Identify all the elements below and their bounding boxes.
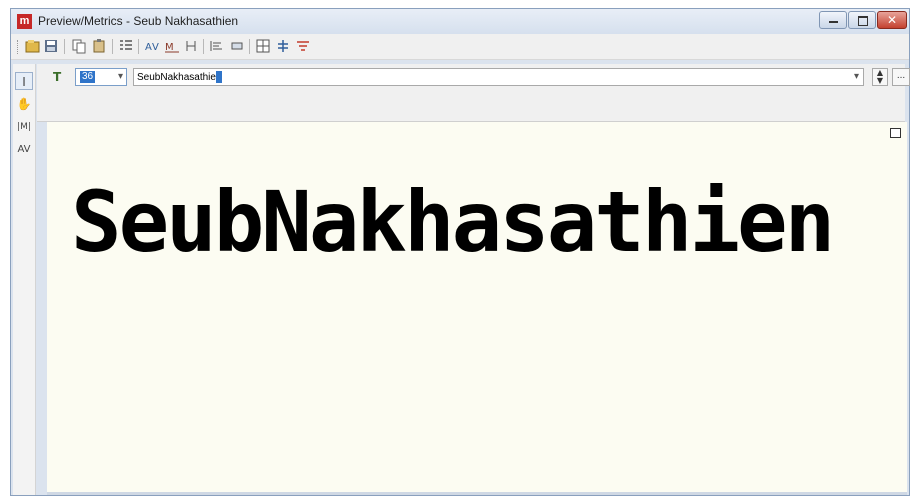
filter-button[interactable] (295, 38, 311, 54)
preview-canvas[interactable]: SeubNakhasathien (47, 122, 907, 495)
toolbar-separator (249, 39, 250, 54)
save-button[interactable] (43, 38, 59, 54)
window-title: Preview/Metrics - Seub Nakhasathien (38, 14, 239, 28)
restore-icon[interactable] (890, 128, 901, 138)
svg-text:A: A (145, 42, 152, 53)
font-size-value: 36 (80, 71, 96, 83)
minimize-icon (829, 21, 838, 23)
svg-text:M: M (165, 42, 174, 53)
list-button[interactable] (118, 38, 134, 54)
chevron-down-icon[interactable]: ▾ (854, 69, 859, 85)
list-icon (120, 40, 132, 50)
sample-text-value: SeubNakhasathie (137, 71, 222, 84)
grid-button[interactable] (255, 38, 271, 54)
width-button[interactable] (183, 38, 199, 54)
align-center-icon (231, 42, 243, 50)
text-tool-icon[interactable]: I (15, 72, 33, 90)
preview-metrics-window: m Preview/Metrics - Seub Nakhasathien ✕ … (10, 8, 910, 496)
chevron-down-icon[interactable]: ▾ (118, 69, 123, 85)
filter-icon (297, 41, 309, 51)
toolbar-separator (112, 39, 113, 54)
paste-icon (93, 39, 105, 53)
metrics-button[interactable]: M (164, 38, 180, 54)
kern-button[interactable]: AV (144, 38, 160, 54)
toolbar-separator (138, 39, 139, 54)
copy-icon (72, 39, 86, 54)
font-size-select[interactable]: 36 ▾ (75, 68, 127, 86)
close-button[interactable]: ✕ (877, 11, 907, 29)
width-icon (186, 41, 196, 51)
more-button[interactable]: ... (892, 68, 910, 86)
app-icon: m (17, 14, 32, 29)
align-left-button[interactable] (209, 38, 225, 54)
maximize-button[interactable] (848, 11, 876, 29)
text-caret (215, 71, 222, 83)
grid-icon (256, 39, 270, 53)
toolbar-separator (64, 39, 65, 54)
paste-button[interactable] (91, 38, 107, 54)
open-button[interactable] (25, 38, 41, 54)
save-icon (45, 40, 57, 52)
insert-button[interactable] (275, 38, 291, 54)
spin-button[interactable]: ▲ ▼ (872, 68, 888, 86)
align-center-button[interactable] (229, 38, 245, 54)
title-bar[interactable]: m Preview/Metrics - Seub Nakhasathien ✕ (11, 9, 909, 34)
toolbar-grip[interactable] (17, 40, 21, 54)
close-icon: ✕ (886, 13, 898, 27)
hand-tool-icon[interactable]: ✋ (15, 95, 33, 113)
kern-icon: AV (145, 42, 159, 53)
metrics-icon: M (165, 42, 179, 53)
insert-icon (278, 40, 288, 52)
minimize-button[interactable] (819, 11, 847, 29)
toolbar: AV M (11, 34, 909, 60)
align-left-icon (210, 41, 222, 51)
toolbar-separator (203, 39, 204, 54)
tool-palette: I ✋ |M| AV (13, 64, 36, 495)
options-bar: T 36 ▾ SeubNakhasathie ▾ ▲ ▼ ... (37, 64, 910, 122)
maximize-icon (858, 16, 868, 26)
metrics-tool-icon[interactable]: |M| (15, 118, 33, 136)
font-size-icon: T (53, 70, 62, 84)
copy-button[interactable] (71, 38, 87, 54)
open-icon (25, 40, 40, 53)
preview-sample-text: SeubNakhasathien (71, 173, 835, 271)
svg-text:V: V (152, 42, 159, 53)
preview-bottom-edge (47, 492, 907, 495)
kerning-tool-icon[interactable]: AV (15, 141, 33, 159)
sample-text-input[interactable]: SeubNakhasathie ▾ (133, 68, 864, 86)
